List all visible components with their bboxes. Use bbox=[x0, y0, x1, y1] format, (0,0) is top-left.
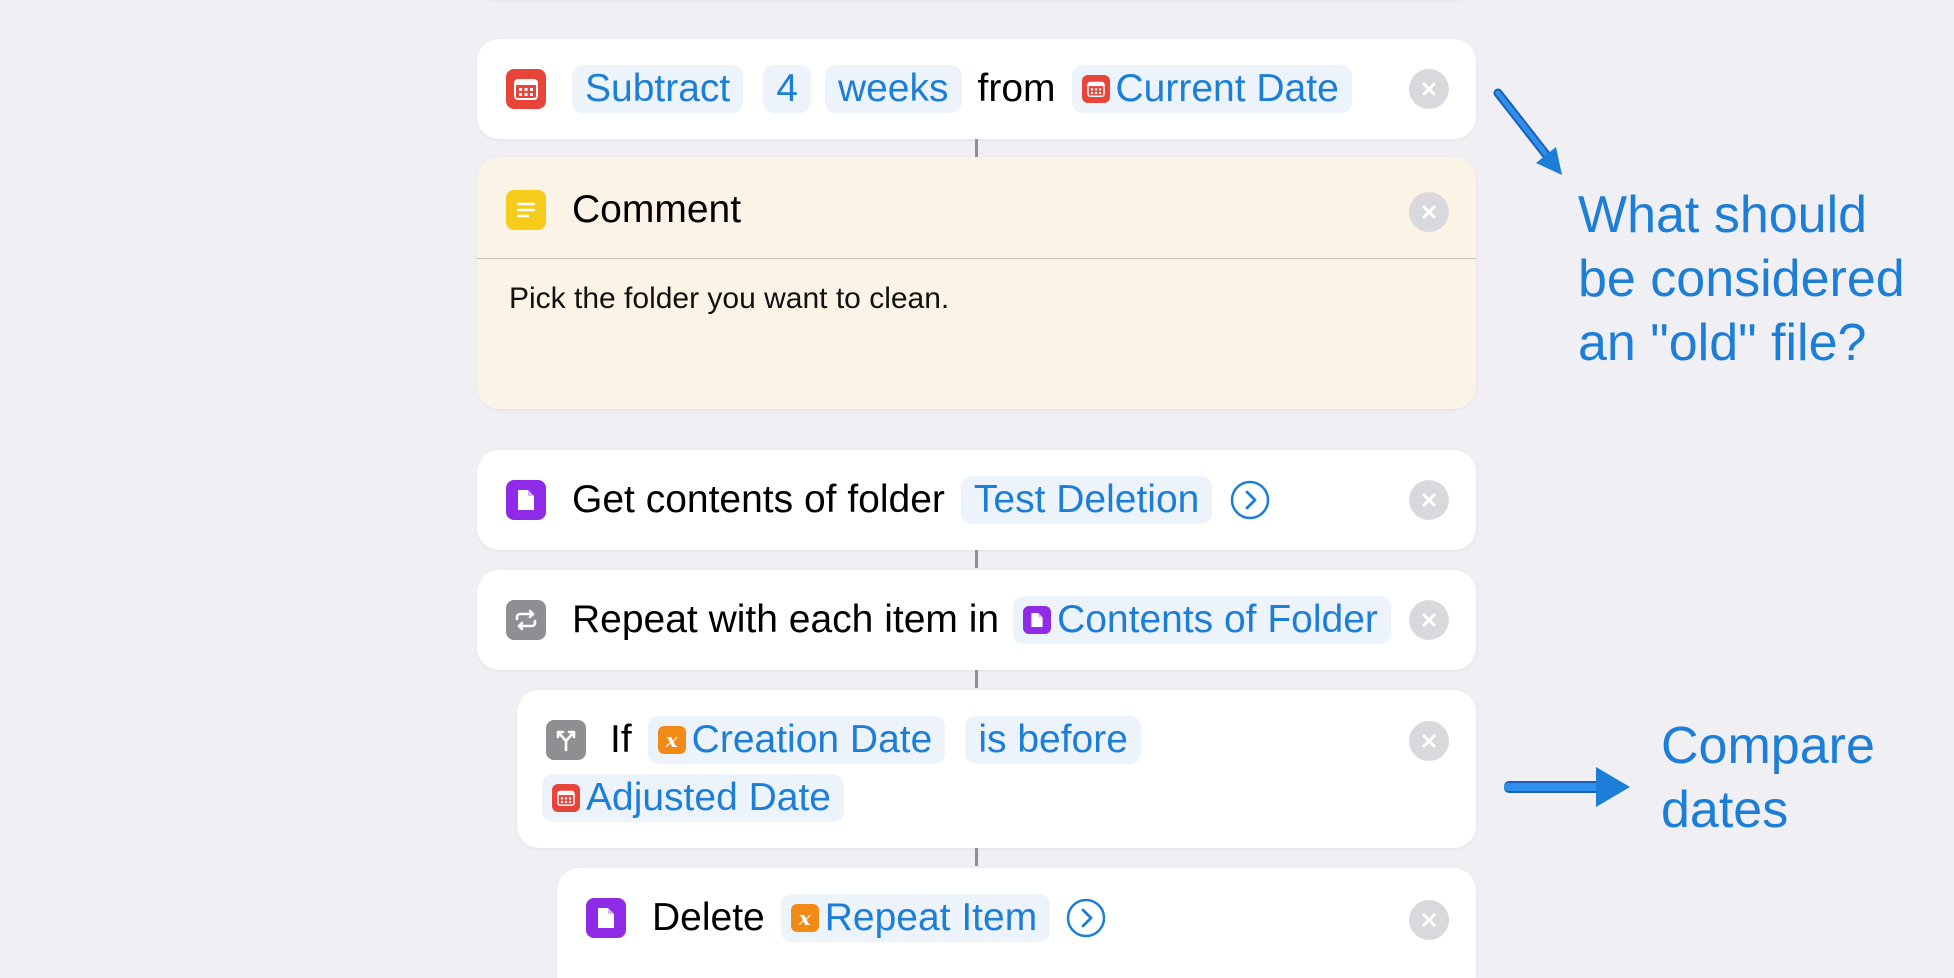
delete-label: Delete bbox=[652, 896, 765, 939]
annotation-compare: Compare dates bbox=[1661, 714, 1875, 842]
amount-token[interactable]: 4 bbox=[763, 65, 811, 113]
contents-of-folder-token[interactable]: Contents of Folder bbox=[1013, 596, 1391, 644]
adjust-date-action[interactable]: Subtract 4 weeks from Current Date bbox=[477, 39, 1476, 139]
contents-of-folder-label: Contents of Folder bbox=[1057, 598, 1378, 641]
annotation-old-file: What should be considered an "old" file? bbox=[1578, 183, 1905, 375]
get-folder-contents-action[interactable]: Get contents of folder Test Deletion bbox=[477, 450, 1476, 550]
calendar-icon bbox=[552, 784, 580, 812]
if-condition-row-2: Adjusted Date bbox=[542, 774, 844, 822]
delete-action[interactable]: Delete x Repeat Item bbox=[557, 868, 1476, 978]
operation-token[interactable]: Subtract bbox=[572, 65, 744, 113]
document-icon bbox=[506, 480, 546, 520]
flow-connector bbox=[975, 550, 978, 568]
close-icon[interactable] bbox=[1409, 480, 1449, 520]
adjusted-date-label: Adjusted Date bbox=[586, 776, 831, 819]
arrow-icon bbox=[1504, 767, 1630, 807]
flow-connector bbox=[975, 139, 978, 157]
annotation-line: What should bbox=[1578, 186, 1868, 244]
adjust-date-row: Subtract 4 weeks from Current Date bbox=[506, 65, 1352, 113]
creation-date-token[interactable]: x Creation Date bbox=[647, 716, 946, 764]
comment-header: Comment bbox=[506, 188, 741, 232]
repeat-item-label: Repeat Item bbox=[824, 896, 1038, 939]
comment-divider bbox=[477, 258, 1476, 259]
adjusted-date-token[interactable]: Adjusted Date bbox=[542, 774, 844, 822]
chevron-right-circle-icon[interactable] bbox=[1230, 480, 1270, 520]
get-folder-contents-label: Get contents of folder bbox=[572, 478, 945, 521]
arrow-icon bbox=[1493, 88, 1562, 175]
close-icon[interactable] bbox=[1409, 600, 1449, 640]
document-icon bbox=[1023, 606, 1052, 634]
current-date-label: Current Date bbox=[1115, 67, 1339, 110]
if-condition-row: If x Creation Date is before bbox=[546, 716, 1141, 764]
variable-icon: x bbox=[657, 726, 686, 754]
flow-connector bbox=[975, 848, 978, 866]
repeat-label: Repeat with each item in bbox=[572, 598, 1000, 641]
flow-connector bbox=[975, 670, 978, 688]
current-date-token[interactable]: Current Date bbox=[1071, 65, 1352, 113]
repeat-icon bbox=[506, 600, 546, 640]
chevron-right-circle-icon[interactable] bbox=[1066, 898, 1106, 938]
comment-action[interactable]: Comment Pick the folder you want to clea… bbox=[477, 157, 1476, 409]
close-icon[interactable] bbox=[1409, 721, 1449, 761]
annotation-line: be considered bbox=[1578, 250, 1905, 308]
if-condition-action[interactable]: If x Creation Date is before Adjusted Da… bbox=[517, 690, 1476, 848]
variable-icon: x bbox=[790, 904, 819, 932]
if-label: If bbox=[610, 718, 632, 761]
from-label: from bbox=[977, 67, 1056, 110]
unit-token[interactable]: weeks bbox=[824, 65, 962, 113]
folder-token[interactable]: Test Deletion bbox=[960, 476, 1213, 524]
annotation-line: dates bbox=[1661, 781, 1789, 839]
repeat-each-row: Repeat with each item in Contents of Fol… bbox=[506, 596, 1391, 644]
operator-token[interactable]: is before bbox=[965, 716, 1141, 764]
document-icon bbox=[586, 898, 626, 938]
calendar-icon bbox=[1081, 75, 1110, 103]
branch-icon bbox=[546, 720, 586, 760]
calendar-icon bbox=[506, 69, 546, 109]
comment-body[interactable]: Pick the folder you want to clean. bbox=[509, 282, 949, 316]
repeat-each-action[interactable]: Repeat with each item in Contents of Fol… bbox=[477, 570, 1476, 670]
get-folder-contents-row: Get contents of folder Test Deletion bbox=[506, 476, 1270, 524]
creation-date-label: Creation Date bbox=[691, 718, 933, 761]
close-icon[interactable] bbox=[1409, 192, 1449, 232]
delete-row: Delete x Repeat Item bbox=[586, 894, 1106, 942]
close-icon[interactable] bbox=[1409, 900, 1449, 940]
annotation-line: Compare bbox=[1661, 717, 1875, 775]
close-icon[interactable] bbox=[1409, 69, 1449, 109]
text-lines-icon bbox=[506, 190, 546, 230]
annotation-line: an "old" file? bbox=[1578, 314, 1867, 372]
repeat-item-token[interactable]: x Repeat Item bbox=[780, 894, 1051, 942]
comment-title: Comment bbox=[572, 188, 742, 231]
